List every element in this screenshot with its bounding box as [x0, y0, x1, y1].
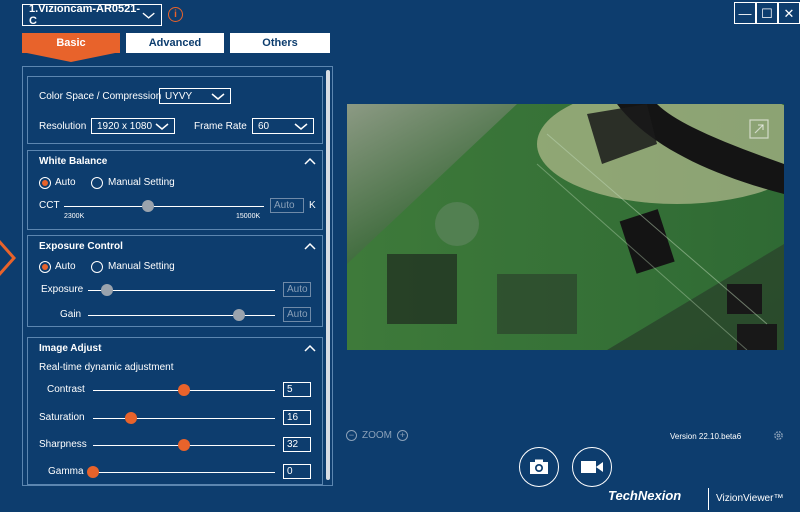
- resolution-select[interactable]: 1920 x 1080: [91, 118, 175, 134]
- gain-slider-track[interactable]: [88, 315, 275, 316]
- sharpness-label: Sharpness: [39, 439, 87, 450]
- close-button[interactable]: ✕: [778, 2, 800, 24]
- cct-value-input[interactable]: Auto: [270, 198, 304, 213]
- gear-icon[interactable]: [773, 430, 784, 441]
- camera-preview[interactable]: [347, 104, 784, 350]
- gain-label: Gain: [60, 309, 82, 320]
- chevron-up-icon[interactable]: [304, 344, 316, 352]
- wb-auto-radio[interactable]: [39, 177, 51, 189]
- gain-slider-thumb[interactable]: [233, 309, 246, 321]
- cct-min-label: 2300K: [64, 213, 85, 220]
- exposure-slider-track[interactable]: [88, 290, 275, 291]
- wb-manual-label: Manual Setting: [108, 177, 175, 188]
- cct-slider-thumb[interactable]: [142, 200, 154, 212]
- exposure-label: Exposure: [41, 284, 84, 295]
- exposure-value-input[interactable]: Auto: [283, 282, 311, 297]
- zoom-control: − ZOOM +: [346, 430, 408, 441]
- saturation-slider-thumb[interactable]: [125, 412, 138, 424]
- color-space-select[interactable]: UYVY: [159, 88, 231, 104]
- brand-divider: [708, 488, 709, 510]
- fullscreen-icon[interactable]: [749, 119, 769, 139]
- contrast-slider-thumb[interactable]: [178, 384, 190, 396]
- zoom-in-icon[interactable]: +: [397, 430, 408, 441]
- info-icon[interactable]: i: [168, 7, 183, 22]
- gamma-label: Gamma: [48, 466, 84, 477]
- exposure-manual-radio[interactable]: [91, 261, 103, 273]
- image-adjust-section: Image Adjust Real-time dynamic adjustmen…: [27, 337, 323, 485]
- frame-rate-select[interactable]: 60: [252, 118, 314, 134]
- exposure-slider-thumb[interactable]: [100, 284, 113, 296]
- cct-label: CCT: [39, 200, 60, 211]
- minimize-button[interactable]: —: [734, 2, 756, 24]
- contrast-value-input[interactable]: 5: [283, 382, 311, 397]
- sharpness-slider-thumb[interactable]: [178, 439, 190, 451]
- image-adjust-subtitle: Real-time dynamic adjustment: [39, 362, 174, 373]
- gamma-slider-thumb[interactable]: [87, 466, 99, 478]
- exposure-auto-label: Auto: [55, 261, 76, 272]
- version-text: Version 22.10.beta6: [670, 432, 742, 441]
- zoom-out-icon[interactable]: −: [346, 430, 357, 441]
- device-name: 1.Vizioncam-AR0521-C: [29, 3, 141, 27]
- saturation-slider-track[interactable]: [93, 418, 275, 419]
- saturation-value-input[interactable]: 16: [283, 410, 311, 425]
- sharpness-value-input[interactable]: 32: [283, 437, 311, 452]
- frame-rate-value: 60: [258, 120, 270, 132]
- chevron-down-icon: [211, 92, 225, 100]
- collapse-panel-icon[interactable]: [0, 238, 18, 278]
- gamma-value-input[interactable]: 0: [283, 464, 311, 479]
- tab-basic[interactable]: Basic: [22, 33, 120, 53]
- white-balance-section: White Balance Auto Manual Setting CCT 23…: [27, 150, 323, 230]
- chevron-up-icon[interactable]: [304, 157, 316, 165]
- chevron-down-icon: [155, 122, 169, 130]
- panel-scrollbar[interactable]: [326, 70, 330, 480]
- wb-manual-radio[interactable]: [91, 177, 103, 189]
- saturation-label: Saturation: [39, 412, 85, 423]
- contrast-label: Contrast: [47, 384, 85, 395]
- resolution-label: Resolution: [39, 121, 87, 132]
- video-camera-icon: [581, 461, 603, 473]
- image-adjust-title: Image Adjust: [39, 343, 102, 354]
- color-space-label: Color Space / Compression: [39, 91, 162, 102]
- tab-advanced[interactable]: Advanced: [126, 33, 224, 53]
- brand-logo: TechNexion: [608, 488, 682, 503]
- chevron-up-icon[interactable]: [304, 242, 316, 250]
- camera-icon: [530, 459, 548, 474]
- snapshot-button[interactable]: [519, 447, 559, 487]
- resolution-value: 1920 x 1080: [97, 120, 153, 132]
- exposure-manual-label: Manual Setting: [108, 261, 175, 272]
- preview-image: [347, 104, 784, 350]
- cct-slider-track[interactable]: [64, 206, 264, 207]
- tab-others[interactable]: Others: [230, 33, 330, 53]
- cct-unit: K: [309, 200, 316, 211]
- exposure-auto-radio[interactable]: [39, 261, 51, 273]
- gain-value-input[interactable]: Auto: [283, 307, 311, 322]
- record-button[interactable]: [572, 447, 612, 487]
- chevron-down-icon: [294, 122, 308, 130]
- color-space-value: UYVY: [165, 90, 193, 102]
- product-name: VizionViewer™: [716, 493, 784, 504]
- wb-auto-label: Auto: [55, 177, 76, 188]
- exposure-title: Exposure Control: [39, 241, 123, 252]
- device-select[interactable]: 1.Vizioncam-AR0521-C: [22, 3, 162, 27]
- white-balance-title: White Balance: [39, 156, 108, 167]
- active-tab-pointer: [22, 52, 120, 62]
- format-section: Color Space / Compression UYVY Resolutio…: [27, 76, 323, 144]
- cct-max-label: 15000K: [236, 213, 261, 220]
- zoom-label: ZOOM: [362, 430, 392, 441]
- chevron-down-icon: [142, 12, 155, 19]
- frame-rate-label: Frame Rate: [194, 121, 247, 132]
- maximize-button[interactable]: ☐: [756, 2, 778, 24]
- exposure-section: Exposure Control Auto Manual Setting Exp…: [27, 235, 323, 327]
- gamma-slider-track[interactable]: [93, 472, 275, 473]
